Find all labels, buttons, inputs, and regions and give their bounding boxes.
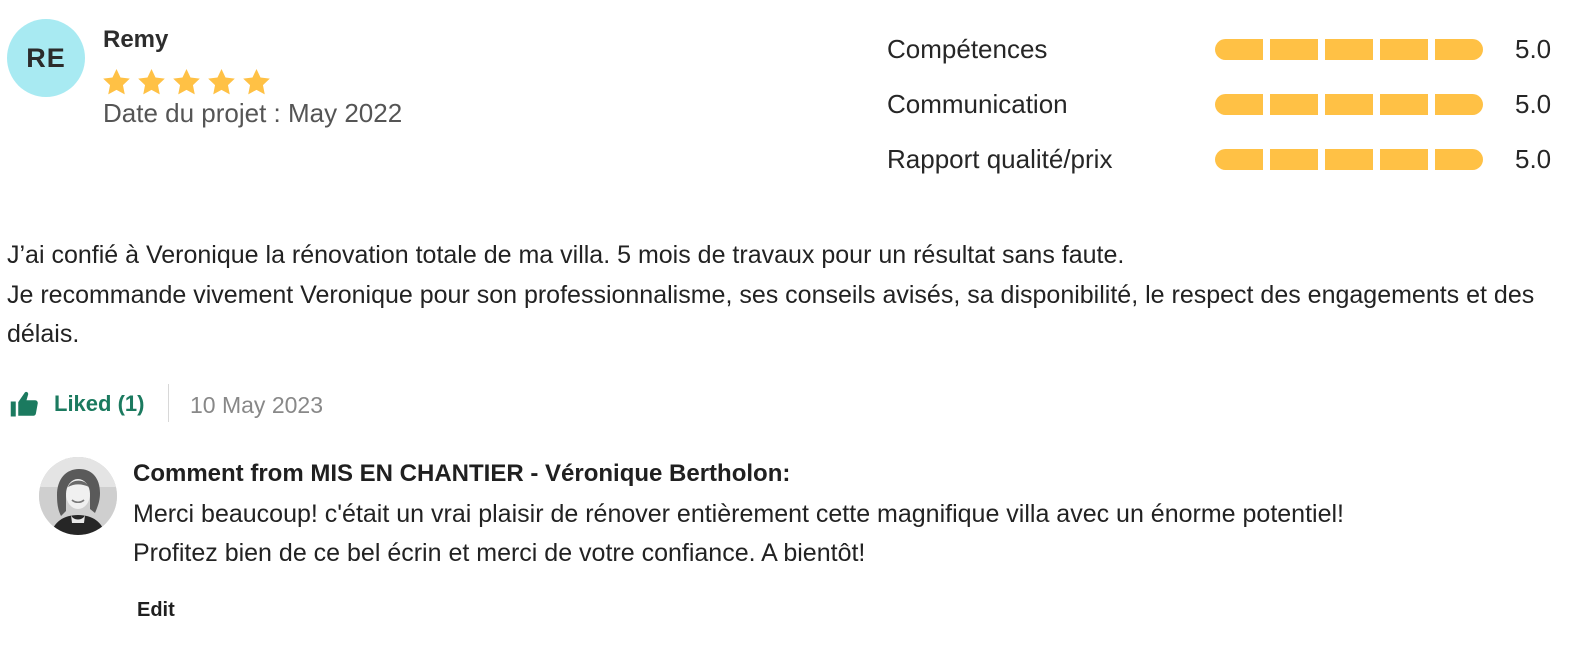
rating-bar-segment [1270,149,1318,170]
rating-bar-segment [1435,94,1483,115]
rating-bar-segment [1325,39,1373,60]
rating-value: 5.0 [1515,34,1552,64]
rating-bar [1215,39,1483,60]
rating-bar-segment [1380,94,1428,115]
project-date: Date du projet : May 2022 [103,98,403,128]
star-icon [243,68,270,95]
reviewer-name: Remy [103,26,169,53]
star-icon [103,68,130,95]
rating-label: Rapport qualité/prix [887,144,1113,174]
rating-label: Compétences [887,34,1048,64]
rating-bar-segment [1215,149,1263,170]
reviewer-avatar: RE [7,19,85,97]
rating-value: 5.0 [1515,89,1552,119]
comment-text-line: Profitez bien de ce bel écrin et merci d… [133,539,866,567]
rating-bar [1215,94,1483,115]
comment-body: Merci beaucoup! c'était un vrai plaisir … [133,495,1573,573]
rating-bar-segment [1325,94,1373,115]
rating-bar-segment [1435,39,1483,60]
star-rating [101,67,272,98]
rating-row-value-for-money: Rapport qualité/prix 5.0 [887,140,1562,180]
review-text: J’ai confié à Veronique la rénovation to… [7,236,1567,355]
rating-bar-segment [1270,94,1318,115]
review-text-line: J’ai confié à Veronique la rénovation to… [7,241,1125,269]
rating-bar-segment [1380,39,1428,60]
rating-bar-segment [1435,149,1483,170]
edit-comment-button[interactable]: Edit [137,599,175,622]
star-icon [208,68,235,95]
rating-row-communication: Communication 5.0 [887,85,1562,125]
responder-avatar [39,457,117,535]
rating-bar-segment [1215,94,1263,115]
review-date: 10 May 2023 [190,392,323,418]
divider [168,384,169,422]
rating-bar-segment [1380,149,1428,170]
rating-row-competences: Compétences 5.0 [887,30,1562,70]
review-text-line: Je recommande vivement Veronique pour so… [7,280,1535,349]
comment-text-line: Merci beaucoup! c'était un vrai plaisir … [133,500,1344,528]
rating-label: Communication [887,89,1068,119]
like-button[interactable]: Liked (1) [9,389,144,419]
star-icon [138,68,165,95]
like-label: Liked (1) [54,391,145,416]
star-icon [173,68,200,95]
review-actions: Liked (1) 10 May 2023 [9,384,609,424]
rating-bar-segment [1325,149,1373,170]
rating-bar [1215,149,1483,170]
rating-bar-segment [1270,39,1318,60]
rating-value: 5.0 [1515,144,1552,174]
comment-header: Comment from MIS EN CHANTIER - Véronique… [133,460,791,487]
responder-portrait-image [39,457,117,535]
thumbs-up-icon [10,391,38,417]
rating-bar-segment [1215,39,1263,60]
